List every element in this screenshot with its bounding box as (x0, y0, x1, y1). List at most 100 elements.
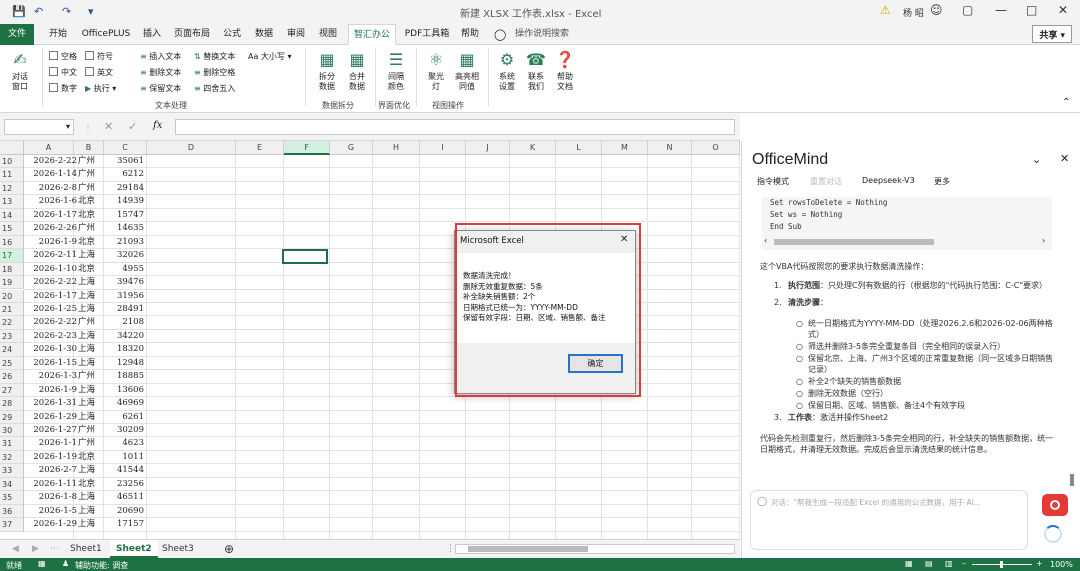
cell-region[interactable]: 北京 (78, 263, 95, 276)
model-select[interactable]: Deepseek-V3 (862, 176, 915, 185)
checkbox[interactable] (49, 51, 58, 60)
cell-date[interactable]: 2026-1-30 (24, 343, 77, 356)
cell-sales[interactable]: 18885 (104, 370, 144, 383)
row-header[interactable]: 14 (0, 208, 24, 223)
cell-sales[interactable]: 14939 (104, 195, 144, 208)
horizontal-scrollbar[interactable] (455, 544, 735, 554)
cell-sales[interactable]: 2108 (104, 316, 144, 329)
chevron-down-icon[interactable]: ⌄ (1032, 153, 1041, 166)
cell-region[interactable]: 北京 (78, 451, 95, 464)
zoom-level[interactable]: 100% (1050, 560, 1073, 569)
tab-pdf-toolbox[interactable]: PDF工具箱 (402, 24, 452, 45)
chat-input[interactable]: ◯ 对话："帮我生成一段适配 Excel 的通用的公式数据，用于 AI... (750, 490, 1028, 550)
merge-data-button[interactable]: ▦ 合并 数据 (343, 50, 371, 92)
cell-region[interactable]: 上海 (78, 343, 95, 356)
maximize-button[interactable]: □ (1026, 3, 1037, 17)
cell-region[interactable]: 上海 (78, 411, 95, 424)
cell-sales[interactable]: 28491 (104, 303, 144, 316)
sheet-tab-sheet3[interactable]: Sheet3 (156, 540, 200, 558)
cell-sales[interactable]: 29184 (104, 182, 144, 195)
cell-date[interactable]: 2026-1-3 (24, 370, 77, 383)
row-header[interactable]: 16 (0, 235, 24, 250)
cell-date[interactable]: 2026-1-6 (24, 195, 77, 208)
replace-text-button[interactable]: ⇅ 替换文本 (194, 51, 235, 62)
check-english[interactable]: 英文 (85, 67, 113, 78)
row-header[interactable]: 20 (0, 289, 24, 303)
cell-date[interactable]: 2026-1-29 (24, 411, 77, 424)
scroll-right-icon[interactable]: › (1042, 236, 1045, 245)
cell-region[interactable]: 上海 (78, 505, 95, 518)
chevron-down-icon[interactable]: ▾ (66, 122, 70, 131)
cell-sales[interactable]: 46511 (104, 491, 144, 504)
scroll-thumb[interactable] (774, 239, 934, 245)
cell-sales[interactable]: 35061 (104, 155, 144, 168)
cell-region[interactable]: 上海 (78, 330, 95, 343)
column-header-m[interactable]: M (602, 141, 648, 155)
cell-sales[interactable]: 31956 (104, 290, 144, 303)
delete-text-button[interactable]: ≡ 删除文本 (140, 67, 181, 78)
cell-sales[interactable]: 30209 (104, 424, 144, 437)
tab-data[interactable]: 数据 (250, 24, 278, 45)
tell-me-search[interactable]: 操作说明搜索 (512, 24, 572, 45)
fx-button[interactable]: fx (153, 120, 162, 131)
cell-date[interactable]: 2026-2-22 (24, 316, 77, 329)
cell-region[interactable]: 上海 (78, 303, 95, 316)
zoom-out-icon[interactable]: – (962, 559, 966, 568)
undo-icon[interactable]: ↶ (34, 5, 43, 18)
tab-smart-office[interactable]: 智汇办公 (348, 24, 396, 46)
collapse-ribbon-icon[interactable]: ⌃ (1062, 97, 1070, 108)
cell-region[interactable]: 广州 (78, 222, 95, 235)
cell-region[interactable]: 广州 (78, 437, 95, 450)
cell-date[interactable]: 2026-1-17 (24, 290, 77, 303)
ribbon-display-icon[interactable]: ▢ (962, 3, 973, 17)
cell-region[interactable]: 广州 (78, 168, 95, 181)
check-chinese[interactable]: 中文 (49, 67, 77, 78)
cell-region[interactable]: 北京 (78, 209, 95, 222)
cell-date[interactable]: 2026-1-9 (24, 384, 77, 397)
cell-date[interactable]: 2026-1-14 (24, 168, 77, 181)
cell-region[interactable]: 上海 (78, 464, 95, 477)
cell-sales[interactable]: 32026 (104, 249, 144, 262)
cell-sales[interactable]: 12948 (104, 357, 144, 370)
column-header-b[interactable]: B (74, 141, 104, 155)
row-header[interactable]: 15 (0, 222, 24, 236)
code-scrollbar[interactable]: ‹ › (762, 236, 1052, 247)
help-doc-button[interactable]: ❓ 帮助 文档 (552, 50, 578, 92)
tab-help[interactable]: 帮助 (456, 24, 484, 45)
cell-region[interactable]: 上海 (78, 397, 95, 410)
cell-sales[interactable]: 4955 (104, 263, 144, 276)
more-sheets-icon[interactable]: ⋯ (44, 540, 65, 558)
keep-text-button[interactable]: ≡ 保留文本 (140, 83, 181, 94)
cell-sales[interactable]: 39476 (104, 276, 144, 289)
tab-file[interactable]: 文件 (0, 24, 34, 45)
cell-sales[interactable]: 41544 (104, 464, 144, 477)
column-header-d[interactable]: D (147, 141, 236, 155)
tab-review[interactable]: 审阅 (282, 24, 310, 45)
scroll-thumb[interactable] (468, 546, 588, 552)
cell-date[interactable]: 2026-1-15 (24, 357, 77, 370)
select-all-corner[interactable] (0, 141, 24, 155)
row-header[interactable]: 36 (0, 504, 24, 519)
cell-region[interactable]: 上海 (78, 357, 95, 370)
column-header-a[interactable]: A (24, 141, 74, 155)
save-icon[interactable]: 💾 (12, 5, 26, 18)
row-header[interactable]: 12 (0, 181, 24, 196)
cell-date[interactable]: 2026-2-22 (24, 155, 77, 168)
cell-date[interactable]: 2026-1-31 (24, 397, 77, 410)
row-header[interactable]: 13 (0, 195, 24, 209)
cancel-icon[interactable]: ✕ (104, 120, 113, 133)
cell-sales[interactable]: 20690 (104, 505, 144, 518)
cell-date[interactable]: 2026-1-8 (24, 491, 77, 504)
minimize-button[interactable]: — (995, 3, 1007, 17)
checkbox[interactable] (49, 83, 58, 92)
row-header[interactable]: 17 (0, 249, 24, 263)
row-header[interactable]: 22 (0, 316, 24, 330)
cell-region[interactable]: 上海 (78, 249, 95, 262)
user-name[interactable]: 杨 昭 (903, 6, 924, 19)
contact-us-button[interactable]: ☎ 联系 我们 (523, 50, 549, 92)
zoom-in-icon[interactable]: + (1036, 559, 1043, 568)
check-number[interactable]: 数字 (49, 83, 77, 94)
selected-cell[interactable] (282, 249, 328, 264)
reset-conversation-button[interactable]: 重置对话 (810, 176, 842, 187)
cell-date[interactable]: 2026-2-8 (24, 182, 77, 195)
